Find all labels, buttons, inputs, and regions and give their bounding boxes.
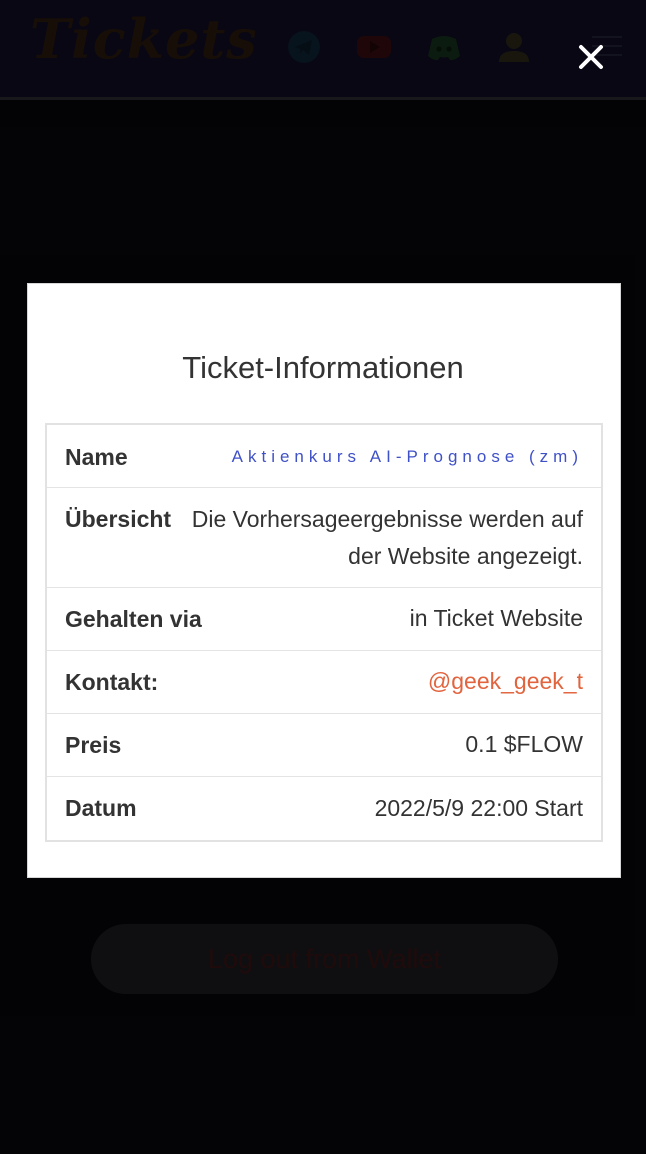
- price-value: 0.1 $FLOW: [465, 731, 583, 758]
- table-row-contact: Kontakt: @geek_geek_t: [47, 651, 601, 714]
- ticket-info-table: Name Aktienkurs AI-Prognose (zm) Übersic…: [45, 423, 603, 842]
- row-label: Übersicht: [65, 506, 172, 532]
- date-value: 2022/5/9 22:00 Start: [374, 794, 583, 821]
- table-row-date: Datum 2022/5/9 22:00 Start: [47, 777, 601, 840]
- close-icon[interactable]: [572, 38, 610, 76]
- table-row-price: Preis 0.1 $FLOW: [47, 714, 601, 777]
- row-label: Gehalten via: [65, 605, 202, 632]
- held-via-value: in Ticket Website: [409, 605, 583, 632]
- overview-value: Die Vorhersageergebnisse werden auf der …: [191, 506, 583, 569]
- table-row-overview: Übersicht Die Vorhersageergebnisse werde…: [47, 488, 601, 588]
- modal-title: Ticket-Informationen: [182, 350, 464, 385]
- table-row-name: Name Aktienkurs AI-Prognose (zm): [47, 425, 601, 488]
- row-label: Kontakt:: [65, 668, 159, 695]
- row-label: Preis: [65, 731, 122, 758]
- row-label: Datum: [65, 795, 137, 821]
- ticket-name-value: Aktienkurs AI-Prognose (zm): [231, 447, 583, 466]
- row-label: Name: [65, 444, 128, 470]
- table-row-held-via: Gehalten via in Ticket Website: [47, 588, 601, 651]
- contact-link[interactable]: @geek_geek_t: [428, 668, 583, 696]
